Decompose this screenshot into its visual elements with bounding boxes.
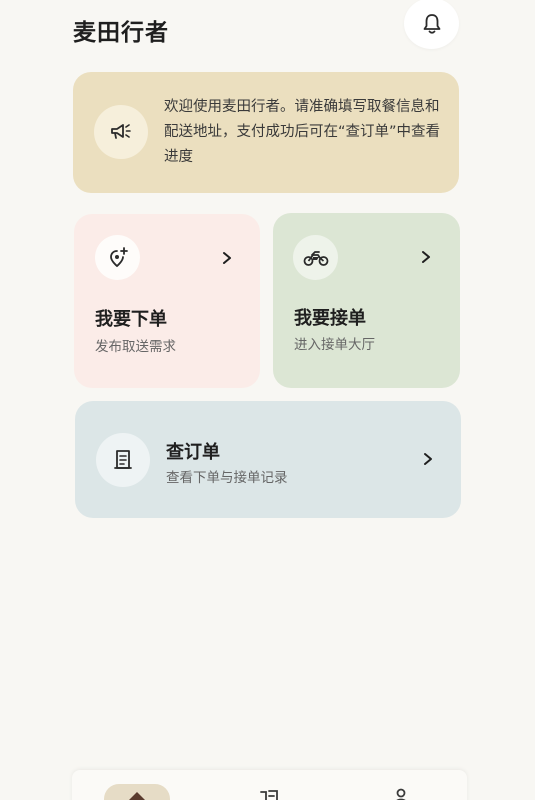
home-icon bbox=[129, 792, 145, 800]
accept-icon-badge bbox=[293, 235, 338, 280]
place-order-card[interactable]: 我要下单 发布取送需求 bbox=[74, 214, 260, 388]
view-orders-title: 查订单 bbox=[166, 442, 220, 463]
page-title: 麦田行者 bbox=[73, 20, 169, 46]
home-screen: 麦田行者 欢迎使用麦田行者。请准确填写取餐信息和配送地址，支付成功后可在“查订单… bbox=[0, 0, 535, 800]
notice-banner: 欢迎使用麦田行者。请准确填写取餐信息和配送地址，支付成功后可在“查订单”中查看进… bbox=[73, 72, 459, 193]
chevron-right-icon bbox=[421, 452, 435, 466]
location-add-icon bbox=[109, 246, 128, 267]
receipt-icon bbox=[114, 450, 132, 469]
notice-icon-badge bbox=[94, 105, 148, 159]
orders-icon bbox=[260, 790, 278, 800]
view-orders-card[interactable]: 查订单 查看下单与接单记录 bbox=[75, 401, 461, 518]
nav-profile-tab[interactable] bbox=[393, 787, 409, 800]
nav-home-tab[interactable] bbox=[104, 784, 170, 800]
accept-order-subtitle: 进入接单大厅 bbox=[294, 337, 375, 353]
notifications-button[interactable] bbox=[404, 0, 459, 49]
place-order-subtitle: 发布取送需求 bbox=[95, 339, 176, 355]
profile-icon bbox=[396, 788, 406, 800]
query-icon-badge bbox=[96, 433, 150, 487]
chevron-right-icon bbox=[220, 251, 234, 265]
bottom-nav bbox=[72, 770, 467, 800]
view-orders-subtitle: 查看下单与接单记录 bbox=[166, 470, 288, 486]
megaphone-icon bbox=[111, 124, 131, 139]
order-icon-badge bbox=[95, 235, 140, 280]
bell-icon bbox=[423, 13, 440, 34]
place-order-title: 我要下单 bbox=[95, 309, 167, 330]
chevron-right-icon bbox=[419, 250, 433, 264]
notice-text: 欢迎使用麦田行者。请准确填写取餐信息和配送地址，支付成功后可在“查订单”中查看进… bbox=[164, 99, 441, 165]
motorcycle-icon bbox=[303, 250, 328, 266]
accept-order-card[interactable]: 我要接单 进入接单大厅 bbox=[273, 213, 460, 388]
accept-order-title: 我要接单 bbox=[294, 308, 366, 329]
nav-orders-tab[interactable] bbox=[258, 788, 280, 800]
